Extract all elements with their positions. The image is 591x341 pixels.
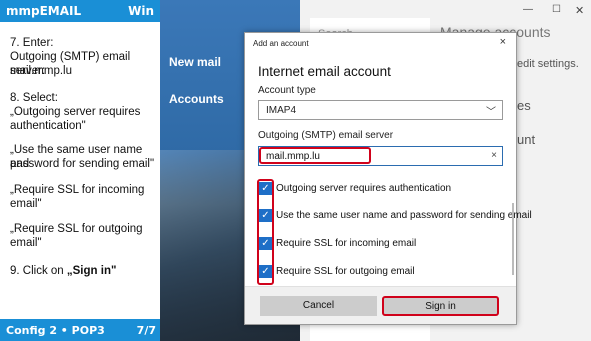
instruction-title: mmpEMAIL xyxy=(6,4,82,18)
dialog-button-bar: Cancel Sign in xyxy=(245,286,516,324)
page-counter: 7/7 xyxy=(136,324,156,337)
maximize-icon[interactable]: ☐ xyxy=(552,4,561,15)
step-8-line5: password for sending email" xyxy=(10,158,155,170)
nav-accounts[interactable]: Accounts xyxy=(169,92,224,106)
dialog-heading: Internet email account xyxy=(258,64,391,79)
dialog-close-icon[interactable]: × xyxy=(500,36,506,48)
checkbox-label-same-credentials: Use the same user name and password for … xyxy=(276,210,532,221)
instruction-footer: Config 2 • POP3 7/7 xyxy=(0,319,160,341)
step-9-action: „Sign in" xyxy=(66,265,117,277)
account-type-select[interactable]: IMAP4 ﹀ xyxy=(258,100,503,120)
step-8-line2: „Outgoing server requires xyxy=(10,106,141,118)
account-type-value: IMAP4 xyxy=(266,105,297,116)
checkbox-label-auth: Outgoing server requires authentication xyxy=(276,183,452,194)
step-9-text: 9. Click on xyxy=(10,265,67,277)
checkbox-label-ssl-incoming: Require SSL for incoming email xyxy=(276,238,417,249)
step-8-line9: email" xyxy=(10,237,42,249)
highlight-smtp-input xyxy=(259,147,371,164)
dialog-title: Add an account xyxy=(253,39,309,48)
edit-settings-text: edit settings. xyxy=(517,58,579,70)
step-8-line1: 8. Select: xyxy=(10,92,58,104)
smtp-label: Outgoing (SMTP) email server xyxy=(258,130,394,141)
cancel-button[interactable]: Cancel xyxy=(260,296,377,316)
account-type-label: Account type xyxy=(258,85,316,96)
instruction-header-right: Win xyxy=(128,4,154,18)
step-8-line6: „Require SSL for incoming xyxy=(10,184,145,196)
close-window-icon[interactable]: ✕ xyxy=(575,4,584,17)
step-7-line1: 7. Enter: xyxy=(10,37,54,49)
dialog-scrollbar[interactable] xyxy=(512,203,514,275)
instruction-header: mmpEMAIL Win xyxy=(0,0,160,22)
minimize-icon[interactable]: — xyxy=(523,4,533,15)
highlight-checkboxes xyxy=(257,179,274,285)
clear-icon[interactable]: × xyxy=(491,150,497,161)
nav-new-mail[interactable]: New mail xyxy=(169,55,221,69)
checkbox-label-ssl-outgoing: Require SSL for outgoing email xyxy=(276,266,415,277)
instruction-panel: mmpEMAIL Win 7. Enter: Outgoing (SMTP) e… xyxy=(0,0,160,341)
sign-in-button[interactable]: Sign in xyxy=(382,296,499,316)
step-8-line3: authentication" xyxy=(10,120,86,132)
step-7-server: mail.mmp.lu xyxy=(10,65,72,77)
step-8-line7: email" xyxy=(10,198,42,210)
step-8-line8: „Require SSL for outgoing xyxy=(10,223,143,235)
step-9: 9. Click on „Sign in" xyxy=(10,264,158,278)
chevron-down-icon: ﹀ xyxy=(486,107,496,118)
account-fragment-1: es xyxy=(517,98,531,113)
config-label: Config 2 • POP3 xyxy=(6,324,105,337)
account-fragment-2: unt xyxy=(517,132,536,147)
add-account-dialog: Add an account × Internet email account … xyxy=(244,32,532,325)
